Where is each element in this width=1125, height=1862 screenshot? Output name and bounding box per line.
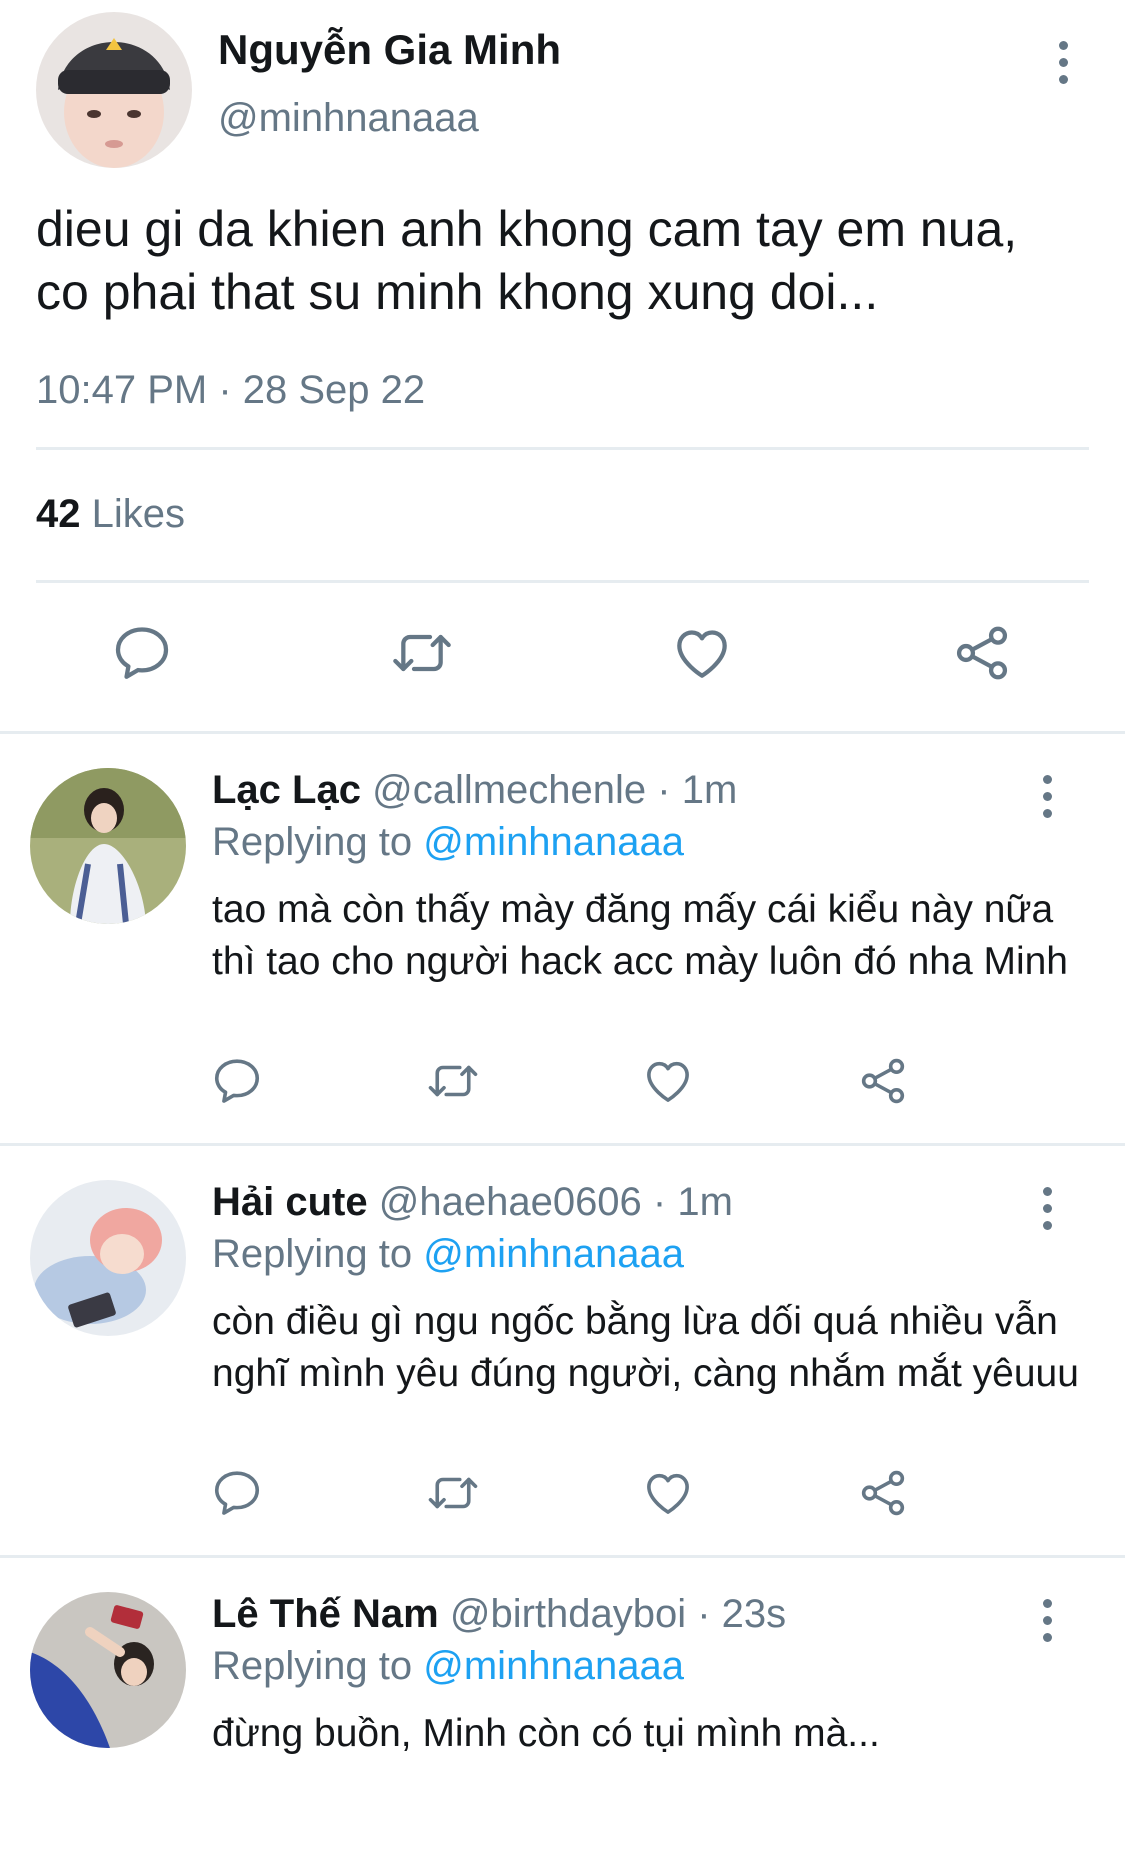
like-icon [641,1054,695,1108]
retweet-button[interactable] [426,1054,480,1108]
reply-header: Lạc Lạc @callmechenle · 1m [212,768,737,813]
author-name[interactable]: Hải cute [212,1180,368,1224]
main-tweet-header: Nguyễn Gia Minh @minhnanaaa [0,0,1125,180]
reply-header: Hải cute @haehae0606 · 1m [212,1180,733,1225]
more-dots-icon [1042,1598,1052,1608]
author-handle-time[interactable]: @callmechenle · 1m [372,768,737,812]
more-dots-icon [1058,40,1068,50]
author-name[interactable]: Nguyễn Gia Minh [218,26,561,74]
avatar[interactable] [30,1592,186,1748]
reply-header: Lê Thế Nam @birthdayboi · 23s [212,1592,786,1637]
avatar[interactable] [30,768,186,924]
reply-icon [110,621,174,685]
replying-to: Replying to @minhnanaaa [212,820,684,865]
reply-icon [210,1054,264,1108]
reply-text: còn điều gì ngu ngốc bằng lừa dối quá nh… [212,1300,1079,1395]
more-dots-icon [1042,1186,1052,1196]
retweet-icon [426,1466,480,1520]
share-icon [856,1054,910,1108]
author-handle[interactable]: @minhnanaaa [218,96,479,141]
more-options-button[interactable] [1027,1178,1067,1238]
avatar[interactable] [36,12,192,168]
tweet-thread: Nguyễn Gia Minh @minhnanaaa dieu gi da k… [0,0,1125,1862]
share-icon [856,1466,910,1520]
tweet-action-bar [0,583,1125,731]
reply-tweet[interactable]: Lạc Lạc @callmechenle · 1m Replying to @… [0,734,1125,1146]
like-button[interactable] [641,1466,695,1520]
author-handle-time[interactable]: @haehae0606 · 1m [379,1180,733,1224]
more-dots-icon [1042,774,1052,784]
reply-tweet[interactable]: Lê Thế Nam @birthdayboi · 23s Replying t… [0,1558,1125,1778]
avatar[interactable] [30,1180,186,1336]
retweet-button[interactable] [426,1466,480,1520]
author-name[interactable]: Lạc Lạc [212,768,361,812]
replying-label: Replying to [212,1644,413,1688]
like-icon [670,621,734,685]
reply-button[interactable] [210,1054,264,1108]
replying-label: Replying to [212,820,413,864]
tweet-text: dieu gi da khien anh khong cam tay em nu… [36,201,1018,320]
like-button[interactable] [641,1054,695,1108]
author-name[interactable]: Lê Thế Nam [212,1592,439,1636]
replying-to: Replying to @minhnanaaa [212,1232,684,1277]
main-tweet: Nguyễn Gia Minh @minhnanaaa dieu gi da k… [0,0,1125,734]
author-handle-time[interactable]: @birthdayboi · 23s [450,1592,786,1636]
like-icon [641,1466,695,1520]
replying-to: Replying to @minhnanaaa [212,1644,684,1689]
share-icon [950,621,1014,685]
more-options-button[interactable] [1043,32,1083,92]
retweet-icon [426,1054,480,1108]
tweet-timestamp[interactable]: 10:47 PM · 28 Sep 22 [0,324,1125,413]
mention-link[interactable]: @minhnanaaa [423,1644,684,1688]
share-button[interactable] [856,1054,910,1108]
share-button[interactable] [950,621,1014,685]
more-options-button[interactable] [1027,1590,1067,1650]
replying-label: Replying to [212,1232,413,1276]
reply-icon [210,1466,264,1520]
reply-button[interactable] [110,621,174,685]
likes-label: Likes [91,492,186,536]
mention-link[interactable]: @minhnanaaa [423,1232,684,1276]
retweet-icon [390,621,454,685]
likes-count-row[interactable]: 42 Likes [0,450,1125,580]
share-button[interactable] [856,1466,910,1520]
retweet-button[interactable] [390,621,454,685]
reply-tweet[interactable]: Hải cute @haehae0606 · 1m Replying to @m… [0,1146,1125,1558]
like-button[interactable] [670,621,734,685]
reply-text: đừng buồn, Minh còn có tụi mình mà... [212,1712,880,1755]
likes-count: 42 [36,492,81,536]
mention-link[interactable]: @minhnanaaa [423,820,684,864]
more-options-button[interactable] [1027,766,1067,826]
reply-text: tao mà còn thấy mày đăng mấy cái kiểu nà… [212,888,1069,983]
reply-button[interactable] [210,1466,264,1520]
